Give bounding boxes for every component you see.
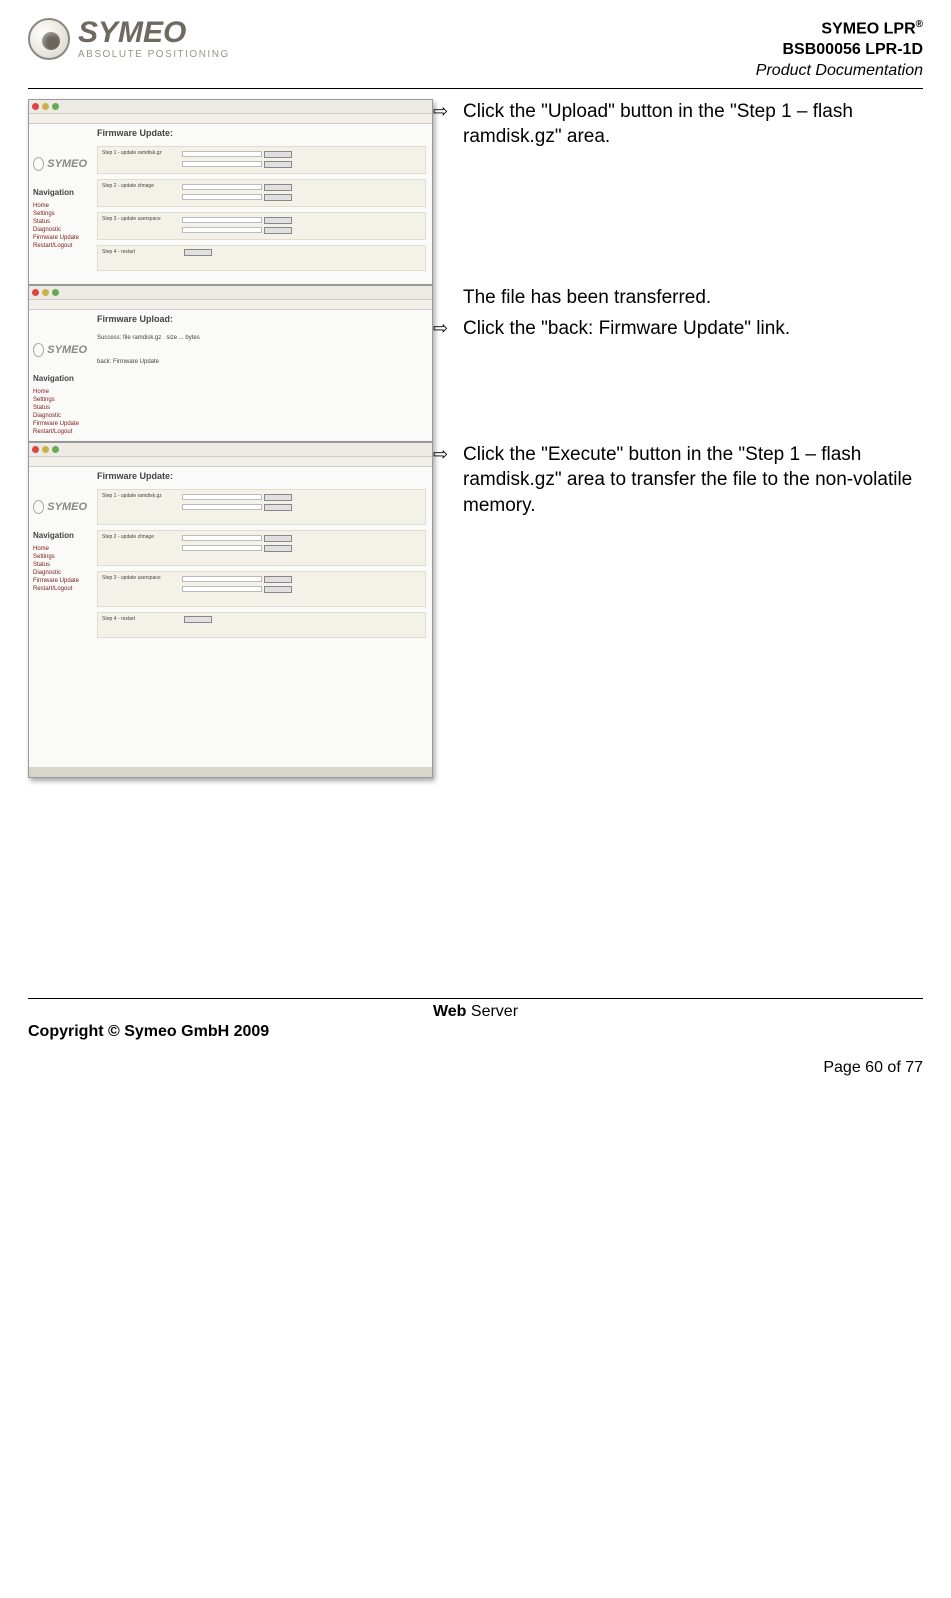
- step-row: SYMEO Navigation Home Settings Status Di…: [28, 285, 923, 442]
- step-row: SYMEO Navigation Home Settings Status Di…: [28, 99, 923, 285]
- instruction-item: ⇨ Click the "Upload" button in the "Step…: [433, 99, 923, 150]
- screenshot-thumbnail: SYMEO Navigation Home Settings Status Di…: [28, 442, 433, 778]
- steps-table: SYMEO Navigation Home Settings Status Di…: [28, 99, 923, 778]
- logo: SYMEO ABSOLUTE POSITIONING: [28, 18, 230, 60]
- arrow-icon: ⇨: [433, 316, 453, 340]
- screenshot-thumbnail: SYMEO Navigation Home Settings Status Di…: [28, 285, 433, 442]
- instruction-item: ⇨ Click the "back: Firmware Update" link…: [433, 316, 923, 342]
- instruction-item: ⇨ Click the "Execute" button in the "Ste…: [433, 442, 923, 519]
- page-number: Page 60 of 77: [28, 1059, 923, 1077]
- page-header: SYMEO ABSOLUTE POSITIONING SYMEO LPR® BS…: [28, 18, 923, 89]
- arrow-icon: ⇨: [433, 99, 453, 123]
- logo-brand: SYMEO: [78, 18, 230, 48]
- instruction-text: Click the "back: Firmware Update" link.: [463, 316, 923, 342]
- step-row: SYMEO Navigation Home Settings Status Di…: [28, 442, 923, 778]
- doc-title-3: Product Documentation: [756, 61, 923, 82]
- footer-section-title: Web Server: [28, 1003, 923, 1021]
- header-titles: SYMEO LPR® BSB00056 LPR-1D Product Docum…: [756, 18, 923, 82]
- instruction-text: Click the "Execute" button in the "Step …: [463, 442, 923, 519]
- page-footer: Web Server Copyright © Symeo GmbH 2009 P…: [28, 998, 923, 1077]
- logo-text: SYMEO ABSOLUTE POSITIONING: [78, 18, 230, 60]
- instruction-text: The file has been transferred.: [463, 285, 923, 311]
- doc-title-2: BSB00056 LPR-1D: [756, 40, 923, 61]
- doc-title-1: SYMEO LPR®: [756, 18, 923, 40]
- logo-tagline: ABSOLUTE POSITIONING: [78, 50, 230, 60]
- arrow-icon: ⇨: [433, 442, 453, 466]
- logo-icon: [28, 18, 70, 60]
- copyright: Copyright © Symeo GmbH 2009: [28, 1023, 269, 1041]
- instruction-text: Click the "Upload" button in the "Step 1…: [463, 99, 923, 150]
- screenshot-thumbnail: SYMEO Navigation Home Settings Status Di…: [28, 99, 433, 285]
